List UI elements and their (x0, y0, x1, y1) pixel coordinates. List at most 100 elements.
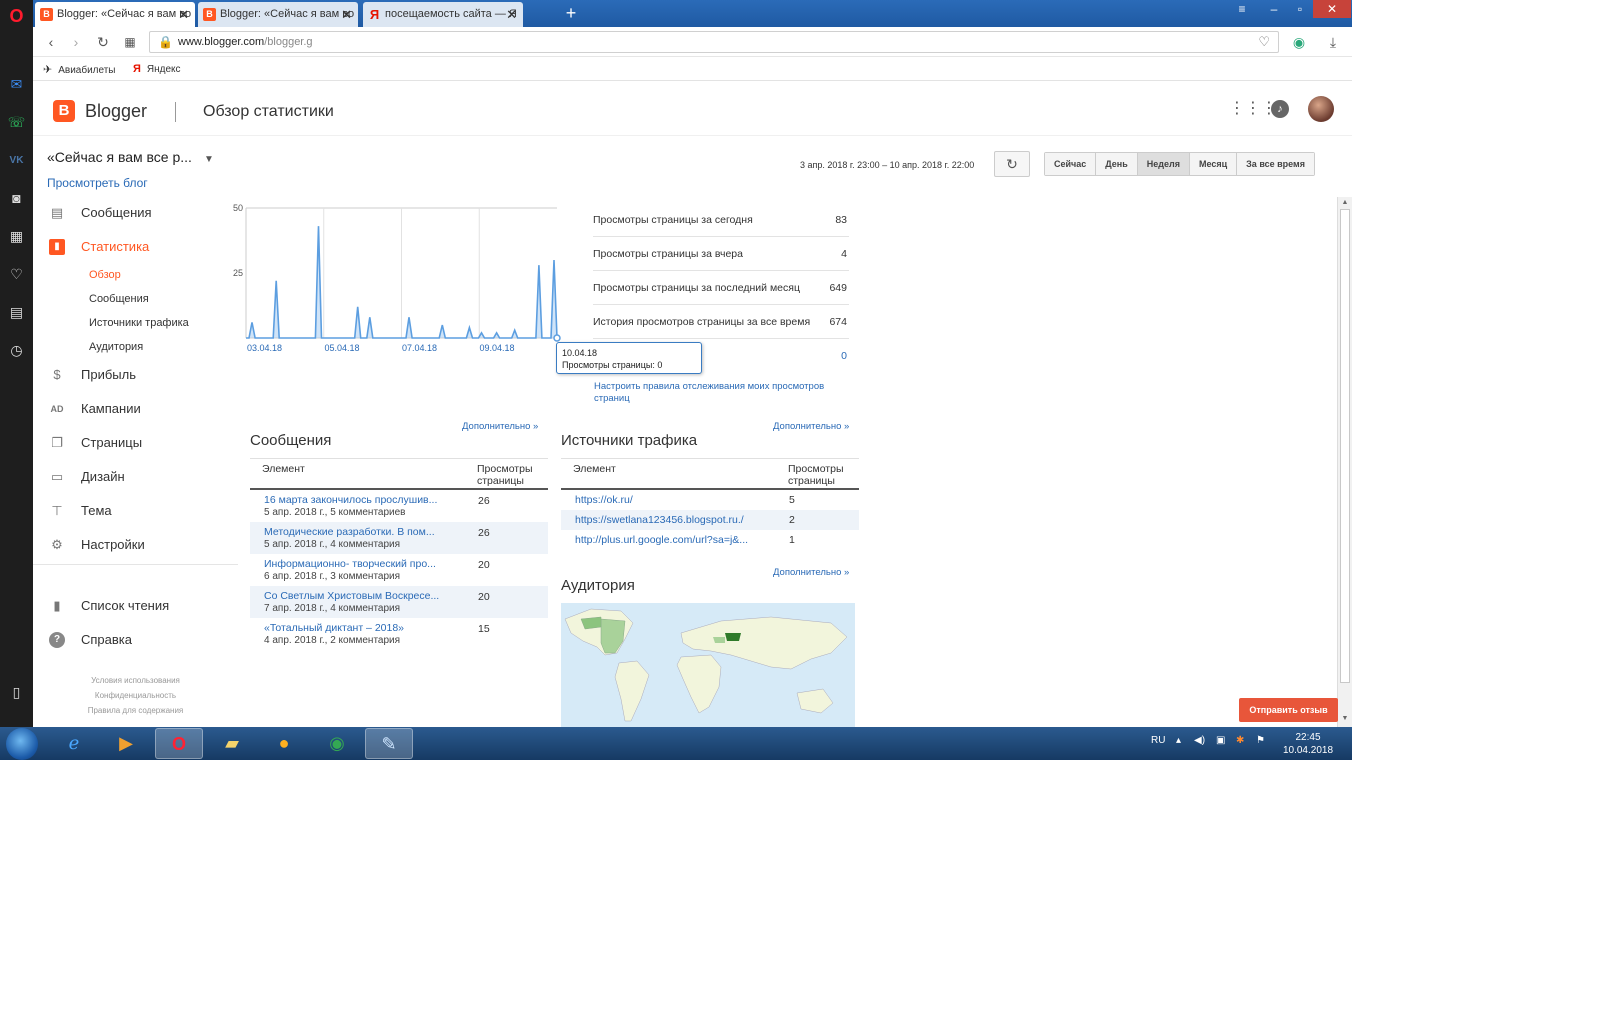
view-blog-link[interactable]: Просмотреть блог (47, 176, 148, 190)
sidebar-toggle-icon[interactable]: ▯ (6, 682, 27, 703)
url-field[interactable]: 🔒 www.blogger.com/blogger.g ♡ (149, 31, 1279, 53)
back-icon[interactable]: ‹ (41, 32, 61, 52)
minimize-icon[interactable]: – (1261, 0, 1287, 18)
opera-logo-icon[interactable]: O (6, 6, 27, 27)
audience-more-link[interactable]: Дополнительно » (773, 567, 849, 578)
bookmark-aviabilety[interactable]: ✈ Авиабилеты (43, 63, 116, 76)
stats-icon: ▮ (49, 239, 65, 255)
app-tray-icon[interactable]: ✱ (1236, 735, 1244, 746)
terms-link[interactable]: Условия использования (33, 676, 238, 685)
speed-dial-icon[interactable]: ▦ (6, 226, 27, 247)
tab-blogger-2[interactable]: B Blogger: «Сейчас я вам во ✕ (198, 2, 358, 27)
close-tab-icon[interactable]: ✕ (506, 2, 517, 27)
scroll-down-icon[interactable]: ▼ (1338, 715, 1352, 722)
post-link[interactable]: Методические разработки. В пом... (264, 526, 435, 538)
language-indicator[interactable]: RU (1151, 735, 1165, 746)
volume-icon[interactable]: ◀) (1194, 735, 1205, 746)
notifications-icon[interactable]: ♪ (1271, 100, 1289, 118)
blogger-logo-icon[interactable]: B (53, 100, 75, 122)
app-taskbar-icon[interactable]: ● (260, 728, 308, 759)
forward-icon[interactable]: › (66, 32, 86, 52)
ie-taskbar-icon[interactable]: ℯ (50, 728, 98, 759)
nav-label: Страницы (81, 435, 143, 450)
refresh-button[interactable]: ↻ (994, 151, 1030, 177)
source-link[interactable]: https://swetlana123456.blogspot.ru./ (575, 514, 744, 526)
range-month-button[interactable]: Месяц (1189, 153, 1238, 175)
blogger-favicon-icon: B (40, 8, 53, 21)
taskbar-clock[interactable]: 22:45 10.04.2018 (1278, 731, 1338, 757)
reload-icon[interactable]: ↻ (93, 32, 113, 52)
source-link[interactable]: https://ok.ru/ (575, 494, 633, 506)
privacy-link[interactable]: Конфиденциальность (33, 691, 238, 700)
audience-world-map[interactable] (561, 603, 855, 727)
scroll-up-icon[interactable]: ▲ (1338, 199, 1352, 206)
media-player-taskbar-icon[interactable]: ▶ (102, 728, 150, 759)
post-link[interactable]: 16 марта закончилось прослушив... (264, 494, 437, 506)
bookmark-yandex[interactable]: Я Яндекс (133, 63, 181, 75)
network-icon[interactable]: ▣ (1216, 735, 1225, 746)
table-row: https://ok.ru/5 (561, 490, 859, 510)
stat-value[interactable]: 0 (841, 350, 847, 362)
nav-label: Справка (81, 632, 132, 647)
avatar[interactable] (1308, 96, 1334, 122)
news-icon[interactable]: ▤ (6, 302, 27, 323)
explorer-taskbar-icon[interactable]: ▰ (208, 728, 256, 759)
sources-more-link[interactable]: Дополнительно » (773, 421, 849, 432)
tracking-rules-link[interactable]: Настроить правила отслеживания моих прос… (594, 381, 854, 405)
close-tab-icon[interactable]: ✕ (178, 2, 189, 27)
tab-blogger-1[interactable]: B Blogger: «Сейчас я вам во ✕ (35, 2, 195, 27)
range-week-button[interactable]: Неделя (1137, 153, 1190, 175)
refresh-icon: ↻ (1006, 156, 1018, 172)
tray-arrow-icon[interactable]: ▴ (1176, 735, 1181, 746)
send-feedback-button[interactable]: Отправить отзыв (1239, 698, 1338, 722)
range-all-time-button[interactable]: За все время (1237, 153, 1314, 175)
whatsapp-icon[interactable]: ☏ (6, 112, 27, 133)
post-link[interactable]: Информационно- творческий про... (264, 558, 436, 570)
close-tab-icon[interactable]: ✕ (341, 2, 352, 27)
chrome-taskbar-icon[interactable]: ◉ (313, 728, 361, 759)
opera-taskbar-icon[interactable]: O (155, 728, 203, 759)
range-day-button[interactable]: День (1096, 153, 1138, 175)
apps-grid-icon[interactable]: ⋮⋮⋮ (1229, 100, 1277, 118)
start-button[interactable] (6, 728, 38, 760)
stats-summary: Просмотры страницы за сегодня 83 Просмотр… (593, 203, 849, 373)
range-now-button[interactable]: Сейчас (1045, 153, 1097, 175)
camera-icon[interactable]: ◙ (6, 188, 27, 209)
flag-icon[interactable]: ⚑ (1256, 735, 1265, 746)
tab-menu-icon[interactable]: ≡ (1231, 0, 1253, 18)
new-tab-icon[interactable]: + (561, 3, 581, 23)
url-host: www.blogger.com (178, 36, 265, 48)
maximize-icon[interactable]: ▫ (1287, 0, 1313, 18)
blog-selector[interactable]: «Сейчас я вам все р... ▼ (47, 149, 214, 165)
y-tick-label: 25 (233, 268, 243, 278)
close-window-icon[interactable]: ✕ (1313, 0, 1351, 18)
vpn-icon[interactable]: ◉ (1289, 32, 1309, 52)
content-policy-link[interactable]: Правила для содержания (33, 706, 238, 715)
subnav-traffic-sources[interactable]: Источники трафика (89, 317, 189, 329)
scroll-thumb[interactable] (1340, 209, 1350, 683)
post-link[interactable]: Со Светлым Христовым Воскресе... (264, 590, 439, 602)
history-icon[interactable]: ◷ (6, 340, 27, 361)
page-scrollbar[interactable]: ▲ ▼ (1337, 197, 1352, 727)
favorites-icon[interactable]: ♡ (6, 264, 27, 285)
plane-icon: ✈ (43, 64, 53, 76)
subnav-posts[interactable]: Сообщения (89, 293, 149, 305)
post-link[interactable]: «Тотальный диктант – 2018» (264, 622, 404, 634)
screen: O ✉ ☏ VK ◙ ▦ ♡ ▤ ◷ ▯ B Blogger: «Сейчас … (0, 0, 1352, 760)
brand-name[interactable]: Blogger (85, 101, 147, 122)
blogger-header: B Blogger Обзор статистики ⋮⋮⋮ ♪ (33, 82, 1352, 136)
subnav-overview[interactable]: Обзор (89, 269, 121, 281)
download-icon[interactable]: ⤓ (1323, 32, 1343, 52)
tabs-grid-icon[interactable]: ▦ (120, 32, 140, 52)
messenger-icon[interactable]: ✉ (6, 74, 27, 95)
tab-yandex[interactable]: Я посещаемость сайта — Я ✕ (363, 2, 523, 27)
source-link[interactable]: http://plus.url.google.com/url?sa=j&... (575, 534, 748, 546)
subnav-audience[interactable]: Аудитория (89, 341, 143, 353)
table-row: Методические разработки. В пом... 5 апр. … (250, 522, 548, 554)
blogger-favicon-icon: B (203, 8, 216, 21)
paint-taskbar-icon[interactable]: ✎ (365, 728, 413, 759)
vk-icon[interactable]: VK (6, 150, 27, 171)
posts-more-link[interactable]: Дополнительно » (462, 421, 538, 432)
pageviews-chart[interactable]: 502503.04.1805.04.1807.04.1809.04.1810.0 (220, 200, 565, 360)
bookmark-heart-icon[interactable]: ♡ (1258, 32, 1270, 52)
